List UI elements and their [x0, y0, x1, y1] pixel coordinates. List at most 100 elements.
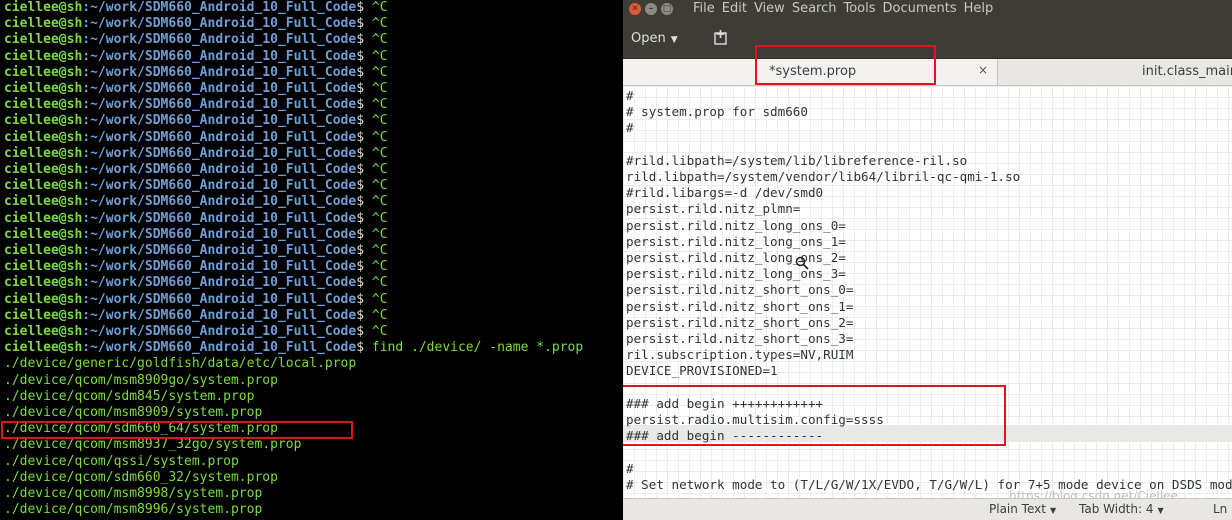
language-selector[interactable]: Plain Text ▼ [989, 502, 1056, 516]
prompt-dollar: $ [356, 48, 372, 64]
prompt-dollar: $ [356, 259, 372, 275]
close-icon: ✕ [631, 4, 639, 14]
window-close-button[interactable]: ✕ [629, 3, 641, 15]
terminal-window[interactable]: ciellee@sh:~/work/SDM660_Android_10_Full… [0, 0, 620, 520]
menu-search[interactable]: Search [792, 1, 837, 16]
prompt-path: :~/work/SDM660_Android_10_Full_Code [82, 243, 357, 258]
prompt-path: :~/work/SDM660_Android_10_Full_Code [82, 194, 357, 210]
menu-view[interactable]: View [754, 1, 785, 16]
window-minimize-button[interactable]: – [645, 3, 657, 15]
cursor-position[interactable]: Ln [1213, 502, 1227, 516]
menu-help[interactable]: Help [964, 1, 994, 16]
prompt-user: ciellee@sh [4, 243, 83, 258]
prompt-dollar: $ [356, 97, 372, 113]
terminal-prompt-line: ciellee@sh:~/work/SDM660_Android_10_Full… [4, 243, 388, 259]
tab-width-label: Tab Width: 4 [1079, 502, 1154, 516]
terminal-result-line: ./device/qcom/msm8937_32go/system.prop [4, 437, 302, 453]
interrupt-text: ^C [371, 178, 388, 194]
prompt-dollar: $ [356, 113, 372, 129]
terminal-prompt-line: ciellee@sh:~/work/SDM660_Android_10_Full… [4, 49, 388, 65]
terminal-prompt-line: ciellee@sh:~/work/SDM660_Android_10_Full… [4, 81, 388, 97]
terminal-result-highlight-box [1, 421, 353, 439]
terminal-prompt-line: ciellee@sh:~/work/SDM660_Android_10_Full… [4, 178, 388, 194]
terminal-prompt-line: ciellee@sh:~/work/SDM660_Android_10_Full… [4, 113, 388, 129]
prompt-user: ciellee@sh [4, 16, 83, 32]
terminal-prompt-line: ciellee@sh:~/work/SDM660_Android_10_Full… [4, 308, 388, 324]
interrupt-text: ^C [371, 194, 388, 210]
text-editor[interactable]: # # system.prop for sdm660 # #rild.libpath=… [623, 86, 1232, 498]
prompt-dollar: $ [356, 81, 372, 96]
mouse-cursor-icon [795, 256, 809, 270]
prompt-path: :~/work/SDM660_Android_10_Full_Code [82, 210, 357, 226]
interrupt-text: ^C [371, 210, 388, 226]
prompt-dollar: $ [356, 162, 372, 177]
tab-close-icon[interactable]: × [978, 63, 988, 77]
terminal-prompt-line: ciellee@sh:~/work/SDM660_Android_10_Full… [4, 130, 388, 146]
prompt-path: :~/work/SDM660_Android_10_Full_Code [82, 113, 357, 129]
prompt-path: :~/work/SDM660_Android_10_Full_Code [82, 162, 357, 177]
prompt-dollar: $ [356, 194, 372, 210]
terminal-prompt-line: ciellee@sh:~/work/SDM660_Android_10_Full… [4, 324, 388, 340]
menu-bar: File Edit View Search Tools Documents Help [693, 0, 1000, 18]
prompt-path: :~/work/SDM660_Android_10_Full_Code [82, 259, 357, 275]
prompt-path: :~/work/SDM660_Android_10_Full_Code [82, 16, 357, 32]
interrupt-text: ^C [371, 275, 388, 291]
tab-init-class-main[interactable]: init.class_main [998, 59, 1232, 85]
interrupt-text: ^C [371, 162, 388, 177]
interrupt-text: ^C [371, 145, 388, 161]
terminal-prompt-line: ciellee@sh:~/work/SDM660_Android_10_Full… [4, 275, 388, 291]
terminal-prompt-line: ciellee@sh:~/work/SDM660_Android_10_Full… [4, 292, 388, 308]
language-label: Plain Text [989, 502, 1046, 516]
editor-line: persist.rild.nitz_long_ons_3= [626, 266, 846, 282]
terminal-result-line: ./device/qcom/msm8998/system.prop [4, 486, 263, 501]
open-button[interactable]: Open ▼ [631, 29, 678, 49]
terminal-prompt-line: ciellee@sh:~/work/SDM660_Android_10_Full… [4, 194, 388, 210]
terminal-result-line: ./device/qcom/sdm845/system.prop [4, 388, 255, 404]
editor-line: # [626, 120, 634, 136]
tab-width-selector[interactable]: Tab Width: 4 ▼ [1079, 502, 1164, 516]
prompt-user: ciellee@sh [4, 259, 83, 275]
editor-line: # [626, 460, 634, 476]
prompt-dollar: $ [356, 32, 372, 48]
interrupt-text: ^C [371, 64, 388, 80]
editor-line: # system.prop for sdm660 [626, 104, 808, 120]
prompt-user: ciellee@sh [4, 64, 83, 80]
window-maximize-button[interactable]: □ [661, 3, 673, 15]
terminal-prompt-line: ciellee@sh:~/work/SDM660_Android_10_Full… [4, 162, 388, 178]
prompt-user: ciellee@sh [4, 129, 83, 145]
prompt-path: :~/work/SDM660_Android_10_Full_Code [82, 81, 357, 96]
editor-line: persist.rild.nitz_short_ons_2= [626, 314, 854, 330]
prompt-user: ciellee@sh [4, 162, 83, 177]
prompt-path: :~/work/SDM660_Android_10_Full_Code [82, 64, 357, 80]
terminal-result-line: ./device/generic/goldfish/data/etc/local… [4, 356, 357, 372]
terminal-prompt-line: ciellee@sh:~/work/SDM660_Android_10_Full… [4, 227, 388, 243]
menu-documents[interactable]: Documents [883, 1, 957, 16]
interrupt-text: ^C [371, 81, 388, 96]
prompt-user: ciellee@sh [4, 226, 83, 242]
prompt-user: ciellee@sh [4, 178, 83, 194]
editor-line: persist.rild.nitz_short_ons_3= [626, 331, 854, 346]
interrupt-text: ^C [371, 97, 388, 113]
interrupt-text: ^C [371, 226, 388, 242]
menu-file[interactable]: File [693, 1, 715, 16]
prompt-dollar: $ [356, 129, 372, 145]
interrupt-text: ^C [371, 243, 388, 258]
prompt-dollar: $ [356, 340, 372, 356]
prompt-user: ciellee@sh [4, 275, 83, 291]
new-document-icon[interactable] [712, 29, 730, 47]
prompt-user: ciellee@sh [4, 291, 83, 307]
prompt-user: ciellee@sh [4, 194, 83, 210]
menu-edit[interactable]: Edit [722, 1, 747, 16]
terminal-prompt-line: ciellee@sh:~/work/SDM660_Android_10_Full… [4, 16, 388, 32]
terminal-result-line: ./device/qcom/msm8996/system.prop [4, 502, 263, 518]
prompt-user: ciellee@sh [4, 113, 83, 129]
interrupt-text: ^C [371, 307, 388, 323]
prompt-path: :~/work/SDM660_Android_10_Full_Code [82, 0, 357, 15]
chevron-down-icon: ▼ [670, 35, 678, 45]
terminal-prompt-line: ciellee@sh:~/work/SDM660_Android_10_Full… [4, 32, 388, 48]
menu-tools[interactable]: Tools [843, 1, 875, 16]
prompt-user: ciellee@sh [4, 97, 83, 113]
interrupt-text: ^C [371, 0, 388, 15]
interrupt-text: ^C [371, 32, 388, 48]
terminal-result-line: ./device/qcom/msm8909go/system.prop [4, 372, 278, 388]
